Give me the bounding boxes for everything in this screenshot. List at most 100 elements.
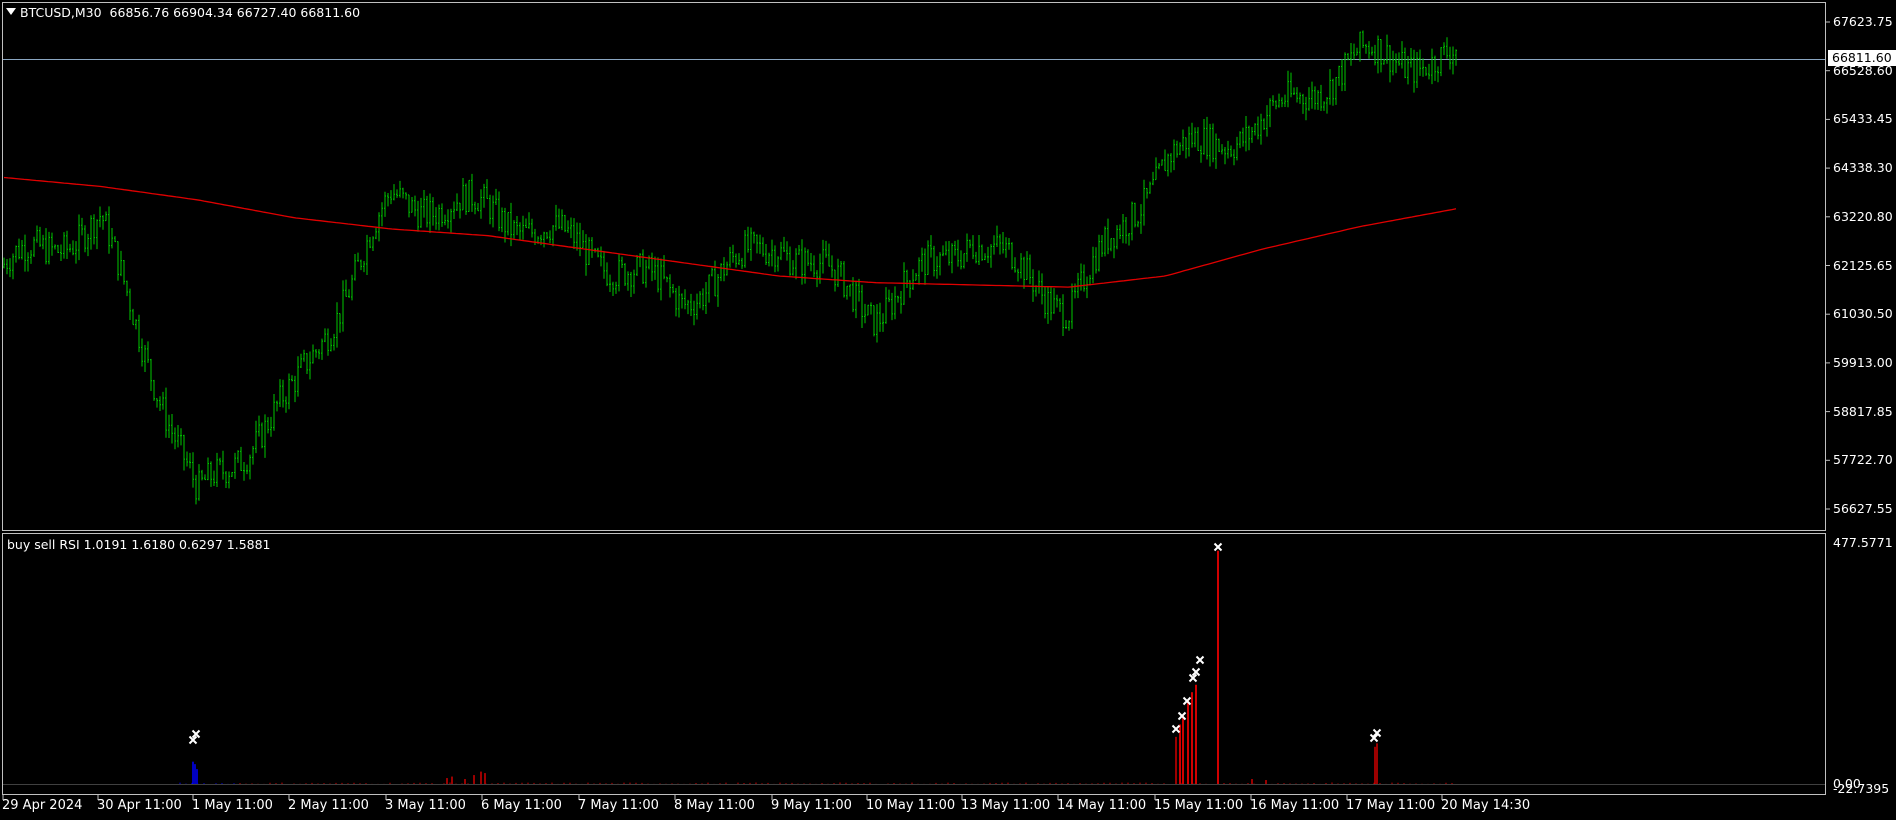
price-bar [282,379,284,408]
price-bar [423,190,425,218]
price-bar [1224,147,1226,165]
price-bar [1146,187,1148,199]
price-bar [525,218,527,228]
price-bar [855,280,857,319]
price-bar [213,470,215,486]
price-bar [945,241,947,256]
time-axis-label: 20 May 14:30 [1441,798,1531,813]
price-bar [1278,93,1280,108]
price-bar [663,255,665,280]
price-bar [420,197,422,228]
price-bar [1014,257,1016,273]
price-bar [1311,81,1313,109]
price-bar [843,261,845,298]
price-bar [1065,320,1067,329]
price-bar [705,282,707,314]
price-bar [1263,118,1265,130]
price-bar [795,248,797,280]
price-bar [684,289,686,310]
price-bar [1296,87,1298,103]
price-bar [1050,287,1052,321]
price-bar [1092,246,1094,284]
price-bar [429,193,431,233]
price-bar [1086,276,1088,299]
price-bar [930,235,932,258]
price-bar [1131,201,1133,241]
price-bar [678,285,680,318]
price-bar [126,280,128,297]
price-bar [1089,274,1091,286]
price-bar [507,211,509,236]
price-bar [333,333,335,351]
price-bar [1083,264,1085,292]
price-bar [210,461,212,487]
price-bar [90,215,92,250]
price-bar [447,209,449,229]
price-bar [444,214,446,226]
price-bar [567,220,569,233]
price-bar [165,387,167,438]
price-bar [591,237,593,258]
time-axis-label: 16 May 11:00 [1250,798,1340,813]
price-bar [195,474,197,505]
price-bar [1233,149,1235,166]
price-bar [981,244,983,261]
price-bar [153,379,155,401]
price-bar [285,396,287,413]
price-bar [312,344,314,364]
price-bar [750,227,752,261]
price-bar [462,177,464,211]
price-bar [408,194,410,218]
time-axis-label: 30 Apr 11:00 [97,798,182,813]
price-bar [105,211,107,222]
price-bar [339,312,341,333]
price-bar [840,261,842,277]
signal-marker-icon [1171,724,1181,734]
price-bar [120,250,122,277]
price-bar [723,257,725,282]
price-bar [1227,140,1229,159]
price-bar [891,292,893,321]
current-price-badge: 66811.60 [1828,50,1896,66]
price-bar [276,400,278,412]
price-bar [834,269,836,292]
price-bar [273,393,275,431]
price-bar [1287,70,1289,108]
price-bar [1161,159,1163,166]
price-bar [1107,218,1109,255]
price-bar [1095,247,1097,274]
price-bar [375,228,377,240]
price-bar [618,254,620,292]
price-bar [12,253,14,280]
symbol-menu-arrow-icon[interactable] [6,8,16,15]
price-bar [132,308,134,326]
price-bar [1206,116,1208,160]
chart-window: BTCUSD,M30 66856.76 66904.34 66727.40 66… [0,0,1896,820]
price-bar [1137,220,1139,228]
price-bar [477,203,479,212]
price-bar [270,416,272,437]
price-bar [189,452,191,469]
price-bar [441,203,443,227]
price-bar [324,328,326,343]
price-bar [1308,87,1310,111]
price-bar [1455,49,1457,66]
price-bar [975,251,977,264]
price-bar [963,253,965,269]
price-bar [1422,58,1424,77]
price-bar [999,234,1001,255]
price-bar [69,243,71,253]
price-bar [141,338,143,367]
price-bar [1452,46,1454,75]
price-bar [1008,238,1010,250]
price-bar [381,202,383,227]
price-bar [894,286,896,320]
price-bar [738,253,740,265]
price-bar [1098,234,1100,272]
price-bar [1380,39,1382,73]
price-bar [1416,51,1418,89]
price-bar [912,269,914,290]
price-bar [1395,53,1397,74]
price-bar [1236,136,1238,161]
price-bar [18,238,20,260]
